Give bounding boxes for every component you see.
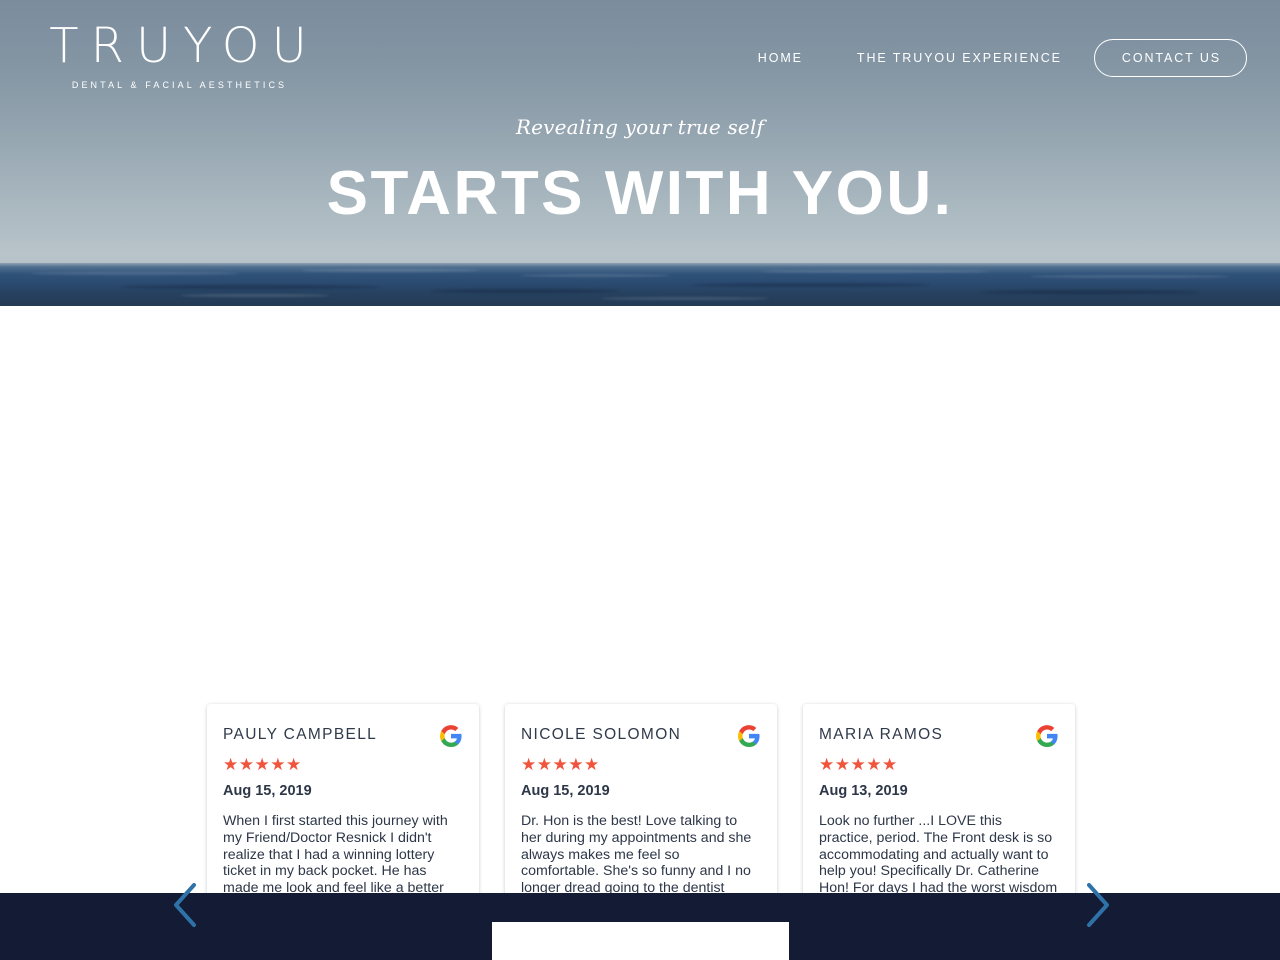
nav-item-home[interactable]: HOME bbox=[758, 51, 803, 65]
review-card-header: MARIA RAMOS bbox=[819, 724, 1059, 748]
review-date: Aug 13, 2019 bbox=[819, 783, 908, 799]
carousel-prev-arrow-icon[interactable] bbox=[168, 879, 202, 931]
rating-stars: ★★★★★ bbox=[819, 755, 898, 774]
site-header: TRUYOU DENTAL & FACIAL AESTHETICS HOME T… bbox=[0, 0, 1280, 118]
contact-us-button[interactable]: CONTACT US bbox=[1093, 39, 1247, 77]
rating-stars: ★★★★★ bbox=[223, 755, 302, 774]
site-logo[interactable]: TRUYOU DENTAL & FACIAL AESTHETICS bbox=[28, 22, 328, 90]
hero-banner: TRUYOU DENTAL & FACIAL AESTHETICS HOME T… bbox=[0, 0, 1280, 306]
reviewer-name: NICOLE SOLOMON bbox=[521, 726, 682, 743]
google-g-icon bbox=[1036, 725, 1058, 747]
rating-stars: ★★★★★ bbox=[521, 755, 600, 774]
main-navigation: HOME THE TRUYOU EXPERIENCE CONTACT US bbox=[758, 39, 1247, 77]
review-date: Aug 15, 2019 bbox=[223, 783, 312, 799]
google-g-icon bbox=[440, 725, 462, 747]
review-date: Aug 15, 2019 bbox=[521, 783, 610, 799]
nav-item-truyou-experience[interactable]: THE TRUYOU EXPERIENCE bbox=[857, 51, 1062, 65]
reviews-section: PAULY CAMPBELL ★★★★★ Aug 15, 2019 When I… bbox=[0, 306, 1280, 960]
hero-tagline: Revealing your true self bbox=[515, 115, 765, 139]
reviewer-name: MARIA RAMOS bbox=[819, 726, 944, 743]
hero-ocean-background bbox=[0, 263, 1280, 306]
review-card-header: NICOLE SOLOMON bbox=[521, 724, 761, 748]
logo-tagline: DENTAL & FACIAL AESTHETICS bbox=[71, 80, 288, 90]
footer-content-panel bbox=[492, 922, 789, 960]
logo-wordmark: TRUYOU bbox=[49, 18, 319, 74]
carousel-next-arrow-icon[interactable] bbox=[1081, 879, 1115, 931]
reviewer-name: PAULY CAMPBELL bbox=[223, 726, 378, 743]
hero-heading: STARTS WITH YOU. bbox=[326, 159, 954, 228]
review-card-header: PAULY CAMPBELL bbox=[223, 724, 463, 748]
google-g-icon bbox=[738, 725, 760, 747]
